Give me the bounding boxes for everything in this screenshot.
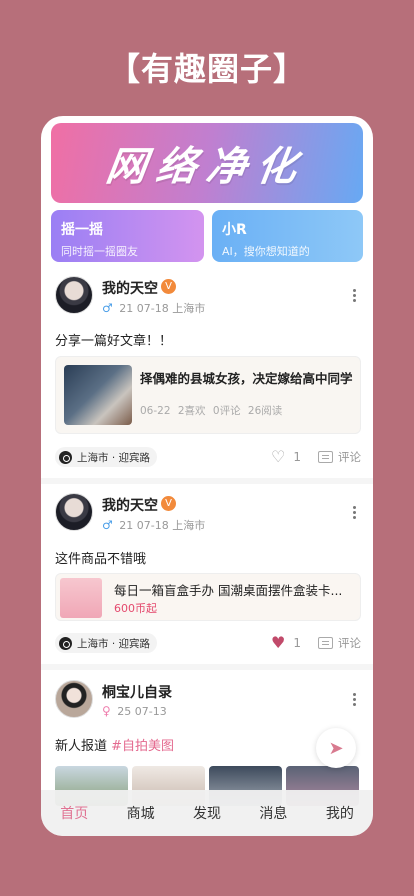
quick-action-ai[interactable]: 小R AI，搜你想知道的: [212, 210, 363, 262]
like-count: 1: [293, 635, 301, 650]
age: 21: [119, 519, 134, 532]
post-date: 07-18: [136, 519, 169, 532]
tab-profile[interactable]: 我的: [307, 803, 373, 823]
location-label: 上海市 · 迎宾路: [77, 637, 151, 650]
product-image: [60, 578, 102, 618]
more-options-icon[interactable]: [353, 289, 357, 304]
quick-action-title: 小R: [222, 222, 247, 238]
comment-label: 评论: [338, 450, 361, 464]
hashtag-link[interactable]: #自拍美图: [111, 739, 174, 754]
avatar[interactable]: [55, 493, 93, 531]
banner-text: 网络净化: [103, 144, 310, 190]
tab-home[interactable]: 首页: [41, 803, 107, 823]
age: 25: [117, 705, 132, 718]
verified-badge-icon: V: [161, 496, 176, 511]
username[interactable]: 桐宝儿自录: [102, 682, 172, 702]
quick-action-subtitle: 同时摇一摇圈友: [61, 245, 138, 258]
divider: [41, 478, 373, 484]
like-button[interactable]: ♥ 1: [271, 633, 301, 652]
quick-action-shake[interactable]: 摇一摇 同时摇一摇圈友: [51, 210, 204, 262]
user-meta: ♂ 21 07-18 上海市: [102, 517, 205, 533]
product-card[interactable]: 每日一箱盲盒手办 国潮桌面摆件盒装卡... 600币起: [55, 573, 361, 621]
article-card[interactable]: 择偶难的县城女孩，决定嫁给高中同学 06-22 2喜欢 0评论 26阅读: [55, 356, 361, 434]
avatar[interactable]: [55, 276, 93, 314]
post-text: 新人报道 #自拍美图: [55, 735, 174, 754]
username[interactable]: 我的天空: [102, 495, 158, 515]
location-tag[interactable]: 上海市 · 迎宾路: [55, 447, 158, 467]
heart-outline-icon: ♡: [271, 447, 286, 466]
page-title: 【有趣圈子】: [107, 50, 306, 88]
location-label: 上海市 · 迎宾路: [77, 451, 151, 464]
verified-badge-icon: V: [161, 279, 176, 294]
quick-action-title: 摇一摇: [61, 222, 103, 238]
article-title: 择偶难的县城女孩，决定嫁给高中同学: [140, 371, 353, 386]
comment-icon: [318, 637, 333, 649]
post-date: 07-13: [134, 705, 167, 718]
product-price: 600币起: [114, 602, 157, 615]
like-button[interactable]: ♡ 1: [271, 447, 301, 466]
female-icon: ♀: [102, 704, 111, 718]
post-text: 分享一篇好文章！！: [55, 334, 173, 349]
male-icon: ♂: [102, 301, 113, 315]
send-icon: ➤: [328, 737, 344, 759]
comment-button[interactable]: 评论: [318, 635, 361, 651]
comment-icon: [318, 451, 333, 463]
comment-label: 评论: [338, 636, 361, 650]
article-stats: 06-22 2喜欢 0评论 26阅读: [140, 403, 282, 418]
heart-filled-icon: ♥: [271, 633, 286, 652]
quick-action-subtitle: AI，搜你想知道的: [222, 245, 310, 258]
city: 上海市: [172, 519, 206, 532]
user-meta: ♀ 25 07-13: [102, 704, 167, 718]
tab-discover[interactable]: 发现: [174, 803, 240, 823]
tab-messages[interactable]: 消息: [240, 803, 306, 823]
post-date: 07-18: [136, 302, 169, 315]
post-text-body: 新人报道: [55, 739, 108, 754]
more-options-icon[interactable]: [353, 693, 357, 708]
product-title: 每日一箱盲盒手办 国潮桌面摆件盒装卡...: [114, 583, 343, 598]
send-post-button[interactable]: ➤: [316, 728, 356, 768]
age: 21: [119, 302, 134, 315]
post-text: 这件商品不错哦: [55, 552, 147, 567]
tab-bar: 首页 商城 发现 消息 我的: [41, 790, 373, 836]
article-reads: 26阅读: [247, 405, 283, 417]
divider: [41, 664, 373, 670]
more-options-icon[interactable]: [353, 506, 357, 521]
username[interactable]: 我的天空: [102, 278, 158, 298]
tab-mall[interactable]: 商城: [107, 803, 173, 823]
city: 上海市: [172, 302, 206, 315]
article-thumbnail: [64, 365, 132, 425]
phone-screen: 网络净化 摇一摇 同时摇一摇圈友 小R AI，搜你想知道的 我的天空 V ♂ 2…: [41, 116, 373, 836]
location-tag[interactable]: 上海市 · 迎宾路: [55, 633, 158, 653]
like-count: 1: [293, 449, 301, 464]
banner[interactable]: 网络净化: [51, 123, 363, 203]
comment-button[interactable]: 评论: [318, 449, 361, 465]
user-meta: ♂ 21 07-18 上海市: [102, 300, 205, 316]
article-date: 06-22: [140, 405, 171, 417]
location-icon: [59, 450, 72, 464]
avatar[interactable]: [55, 680, 93, 718]
location-icon: [59, 636, 72, 650]
male-icon: ♂: [102, 518, 113, 532]
article-comments: 0评论: [212, 405, 241, 417]
article-likes: 2喜欢: [177, 405, 206, 417]
